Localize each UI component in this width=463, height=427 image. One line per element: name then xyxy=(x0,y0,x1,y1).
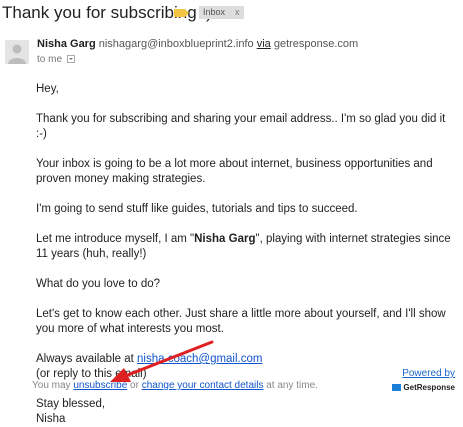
paragraph-inbox: Your inbox is going to be a lot more abo… xyxy=(36,158,433,185)
sender-line: Nisha Garg nishagarg@inboxblueprint2.inf… xyxy=(37,38,358,50)
unsubscribe-footer: You may unsubscribe or change your conta… xyxy=(32,380,318,391)
footer-or: or xyxy=(130,380,139,391)
availability-prefix: Always available at xyxy=(36,353,134,365)
sender-email: nishagarg@inboxblueprint2.info xyxy=(98,38,254,50)
recipient-details-dropdown-icon[interactable] xyxy=(66,55,75,64)
recipient-line: to me xyxy=(37,54,75,65)
inbox-label-chip[interactable]: Inbox x xyxy=(199,6,244,19)
change-contact-details-link[interactable]: change your contact details xyxy=(142,380,264,391)
inbox-label-text: Inbox xyxy=(203,7,226,17)
signature: Nisha xyxy=(36,413,66,425)
signoff: Stay blessed, xyxy=(36,398,106,410)
footer-prefix: You may xyxy=(32,380,71,391)
recipient-text: to me xyxy=(37,54,63,65)
brand-name: GetResponse xyxy=(403,383,455,392)
availability-line: Always available at nisha.coach@gmail.co… xyxy=(36,352,456,367)
via-domain: getresponse.com xyxy=(273,38,359,50)
paragraph-intro: Let me introduce myself, I am "Nisha Gar… xyxy=(36,232,456,262)
unsubscribe-link[interactable]: unsubscribe xyxy=(73,380,127,391)
email-body: Hey, Thank you for subscribing and shari… xyxy=(36,82,456,427)
paragraph-stuff: I'm going to send stuff like guides, tut… xyxy=(36,203,358,215)
contact-email-link[interactable]: nisha.coach@gmail.com xyxy=(137,353,262,365)
intro-before: Let me introduce myself, I am " xyxy=(36,233,195,245)
via-link[interactable]: via xyxy=(257,38,271,50)
paragraph-question: What do you love to do? xyxy=(36,278,161,290)
user-silhouette-icon xyxy=(8,44,26,64)
greeting: Hey, xyxy=(36,83,59,95)
paragraph-thanks: Thank you for subscribing and sharing yo… xyxy=(36,113,446,140)
sender-name[interactable]: Nisha Garg xyxy=(37,38,96,50)
powered-by-link[interactable]: Powered by xyxy=(402,368,455,379)
avatar xyxy=(5,40,29,64)
footer-suffix: at any time. xyxy=(266,380,318,391)
email-header: Thank you for subscribing :) Inbox x xyxy=(0,0,463,28)
getresponse-logo[interactable]: GetResponse xyxy=(392,383,455,392)
remove-label-icon[interactable]: x xyxy=(235,7,240,17)
paragraph-know: Let's get to know each other. Just share… xyxy=(36,308,446,335)
intro-name: Nisha Garg xyxy=(194,233,256,245)
importance-marker-icon[interactable] xyxy=(174,9,189,17)
envelope-icon xyxy=(392,384,402,392)
